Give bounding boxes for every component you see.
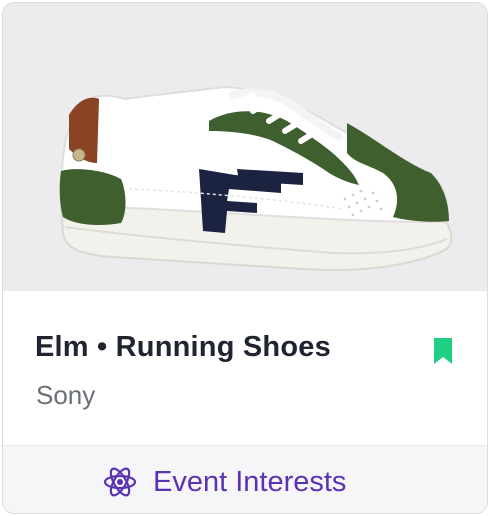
- product-card[interactable]: Elm • Running Shoes Sony Event Interests: [2, 2, 488, 514]
- event-interests-button[interactable]: Event Interests: [3, 445, 487, 513]
- sneaker-image: [59, 85, 453, 272]
- product-brand: Sony: [36, 380, 96, 410]
- atom-icon: [103, 465, 137, 499]
- bookmark-icon[interactable]: [433, 337, 453, 365]
- event-interests-label: Event Interests: [153, 465, 347, 498]
- product-info: Elm • Running Shoes Sony: [3, 291, 487, 445]
- product-image[interactable]: [3, 3, 487, 291]
- product-title[interactable]: Elm • Running Shoes: [35, 331, 331, 364]
- event-interests-content: Event Interests: [103, 464, 346, 500]
